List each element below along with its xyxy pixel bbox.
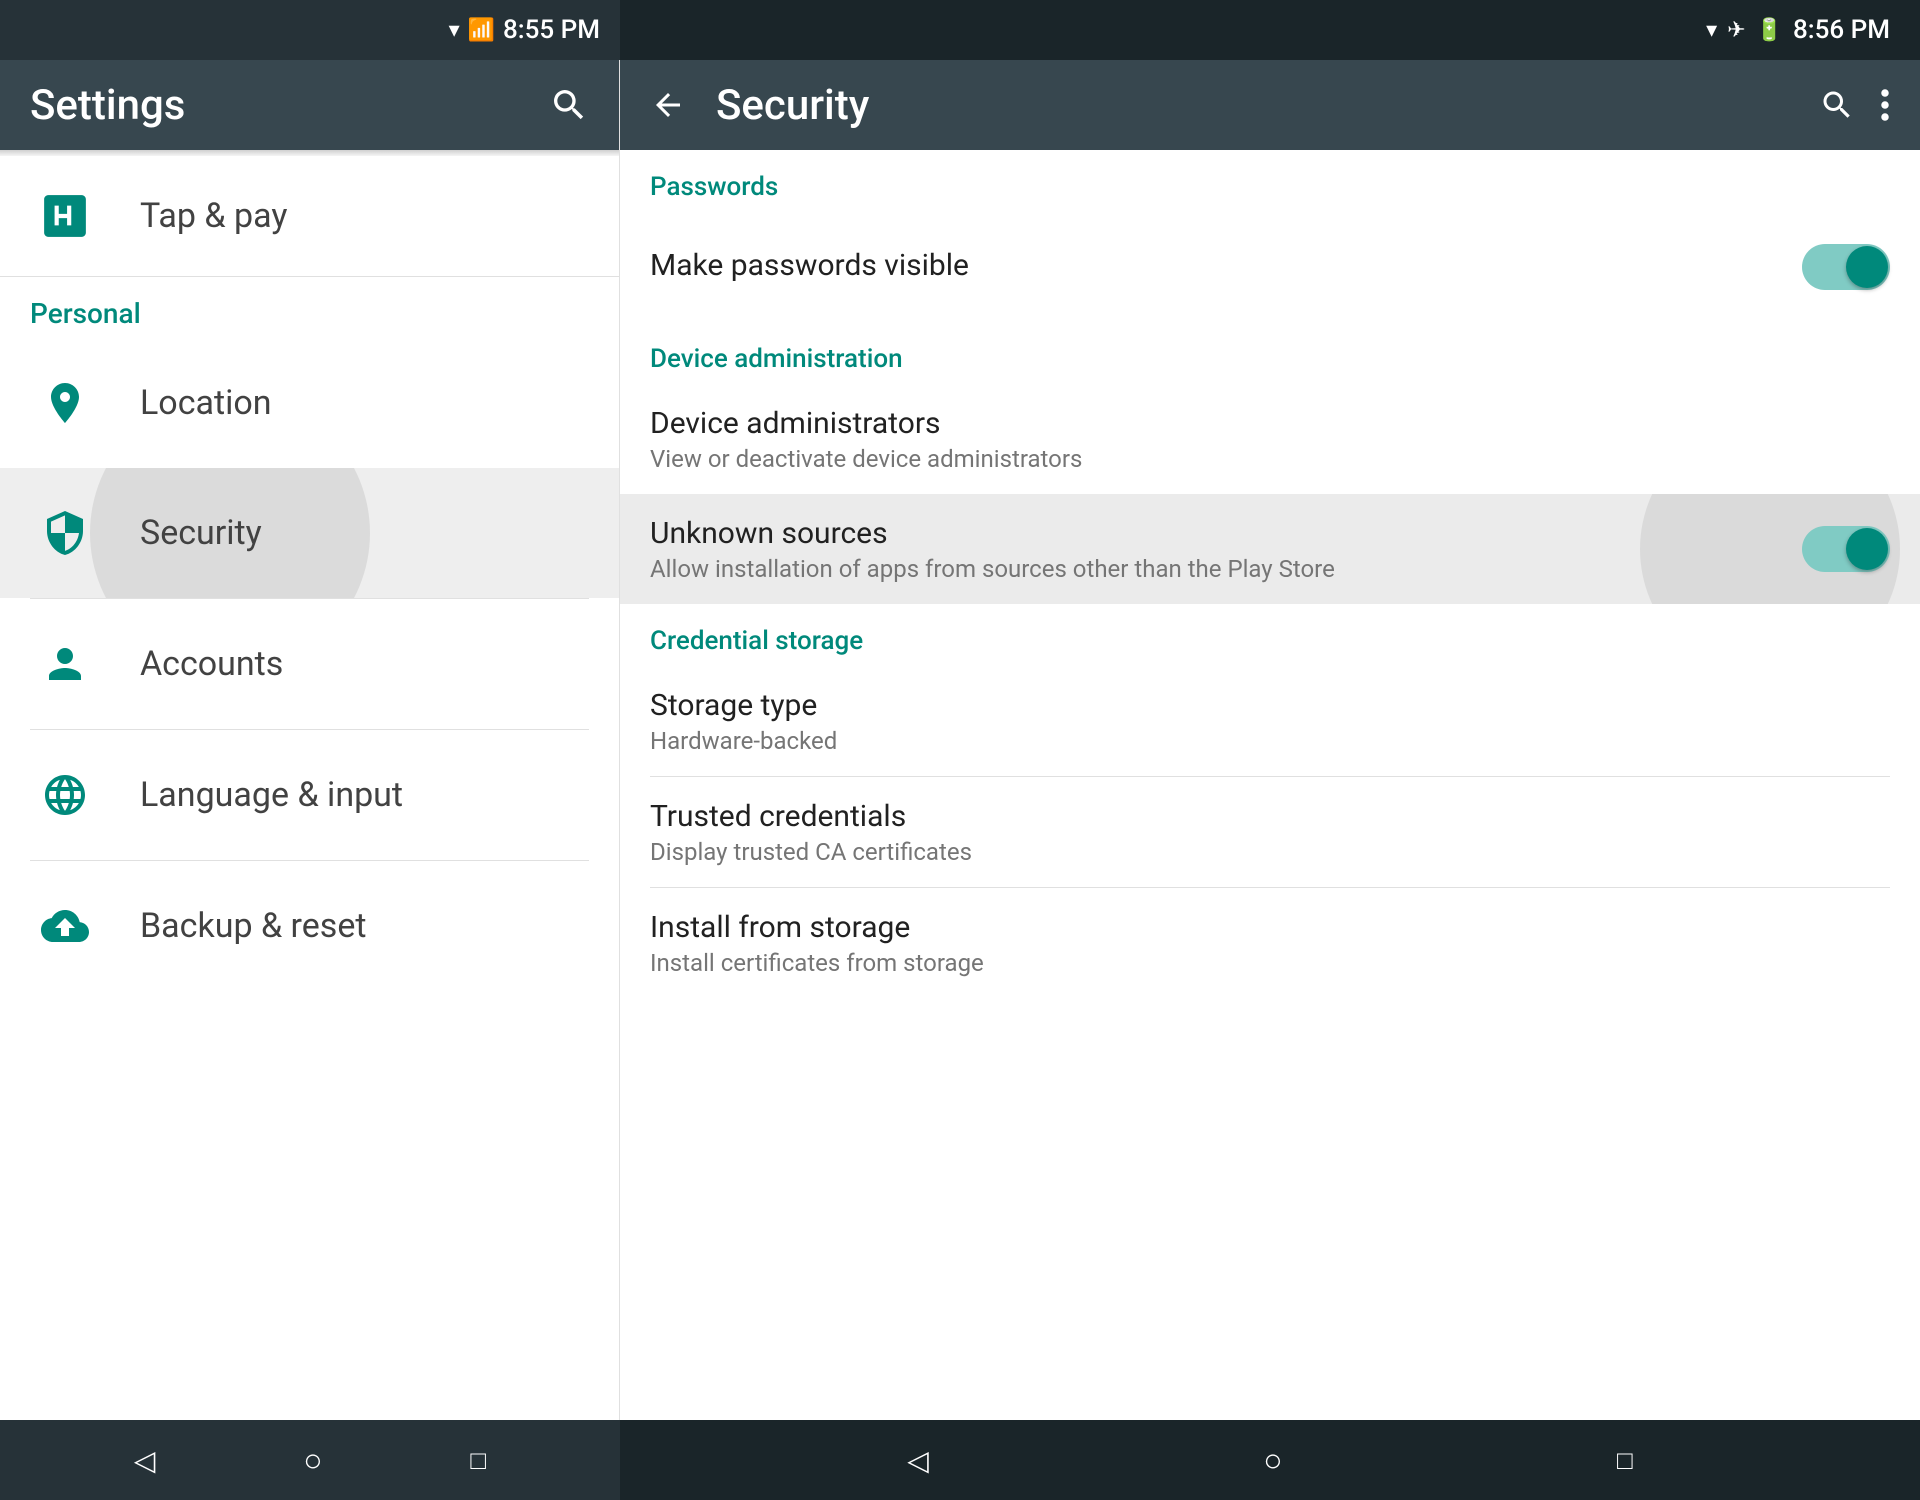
phone-icon: 📶 <box>468 18 495 43</box>
accounts-label: Accounts <box>140 644 283 684</box>
status-bar-left: ▾ 📶 8:55 PM <box>0 0 620 60</box>
right-back-nav[interactable]: ◁ <box>907 1444 929 1477</box>
left-back-nav[interactable]: ◁ <box>134 1444 156 1477</box>
device-administrators-item[interactable]: Device administrators View or deactivate… <box>620 384 1920 494</box>
make-passwords-toggle[interactable] <box>1802 244 1890 290</box>
status-bar: ▾ 📶 8:55 PM ▾ ✈ 🔋 8:56 PM <box>0 0 1920 60</box>
unknown-sources-title: Unknown sources <box>650 516 1782 551</box>
security-icon <box>30 498 100 568</box>
wifi-icon: ▾ <box>1706 18 1717 43</box>
tap-pay-icon <box>30 181 100 251</box>
sidebar-item-language[interactable]: Language & input <box>0 730 619 860</box>
passwords-toggle-knob <box>1846 246 1888 288</box>
security-header: Security <box>620 60 1920 150</box>
device-admin-subtitle: View or deactivate device administrators <box>650 445 1890 473</box>
sidebar-item-security[interactable]: Security <box>0 468 619 598</box>
security-content: Passwords Make passwords visible Device … <box>620 150 1920 1420</box>
device-admin-text: Device administrators View or deactivate… <box>650 406 1890 473</box>
signal-icon: ▾ <box>449 18 460 43</box>
tap-pay-label: Tap & pay <box>140 196 287 236</box>
left-recent-nav[interactable]: □ <box>470 1445 486 1476</box>
sidebar-item-backup[interactable]: Backup & reset <box>0 861 619 991</box>
sidebar-item-accounts[interactable]: Accounts <box>0 599 619 729</box>
personal-section-label: Personal <box>0 277 619 338</box>
unknown-sources-toggle-switch[interactable] <box>1802 526 1890 572</box>
security-search-icon[interactable] <box>1819 87 1855 123</box>
trusted-credentials-title: Trusted credentials <box>650 799 1890 834</box>
header-actions <box>1819 87 1890 123</box>
right-nav-bar: ◁ ○ □ <box>620 1420 1920 1500</box>
right-home-nav[interactable]: ○ <box>1263 1441 1282 1479</box>
install-from-storage-item[interactable]: Install from storage Install certificate… <box>620 888 1920 998</box>
unknown-sources-subtitle: Allow installation of apps from sources … <box>650 555 1782 583</box>
unknown-sources-toggle[interactable] <box>1802 526 1890 572</box>
security-label: Security <box>140 513 262 553</box>
left-panel: Settings Tap & pay Per <box>0 60 620 1420</box>
sidebar-item-location[interactable]: Location <box>0 338 619 468</box>
make-passwords-title: Make passwords visible <box>650 248 1782 283</box>
unknown-sources-item[interactable]: Unknown sources Allow installation of ap… <box>620 494 1920 604</box>
install-storage-title: Install from storage <box>650 910 1890 945</box>
left-nav-bar: ◁ ○ □ <box>0 1420 620 1500</box>
language-label: Language & input <box>140 775 403 815</box>
storage-type-title: Storage type <box>650 688 1890 723</box>
install-storage-text: Install from storage Install certificate… <box>650 910 1890 977</box>
accounts-icon <box>30 629 100 699</box>
more-options-icon[interactable] <box>1880 87 1890 123</box>
backup-icon <box>30 891 100 961</box>
language-icon <box>30 760 100 830</box>
airplane-icon: ✈ <box>1727 18 1745 43</box>
left-status-time: 8:55 PM <box>503 15 600 45</box>
storage-type-item[interactable]: Storage type Hardware-backed <box>620 666 1920 776</box>
passwords-section-label: Passwords <box>620 150 1920 212</box>
battery-icon: 🔋 <box>1756 18 1783 43</box>
settings-title: Settings <box>30 81 185 130</box>
unknown-sources-toggle-knob <box>1846 528 1888 570</box>
backup-label: Backup & reset <box>140 906 367 946</box>
location-label: Location <box>140 383 272 423</box>
make-passwords-text: Make passwords visible <box>650 248 1782 287</box>
security-panel-title: Security <box>716 81 1789 130</box>
right-status-time: 8:56 PM <box>1793 15 1890 45</box>
unknown-sources-text: Unknown sources Allow installation of ap… <box>650 516 1782 583</box>
trusted-credentials-text: Trusted credentials Display trusted CA c… <box>650 799 1890 866</box>
device-admin-title: Device administrators <box>650 406 1890 441</box>
right-panel: Security Passwords <box>620 60 1920 1420</box>
tap-pay-item[interactable]: Tap & pay <box>0 156 619 276</box>
make-passwords-visible-item[interactable]: Make passwords visible <box>620 212 1920 322</box>
left-header: Settings <box>0 60 619 150</box>
search-icon[interactable] <box>549 85 589 125</box>
trusted-credentials-item[interactable]: Trusted credentials Display trusted CA c… <box>620 777 1920 887</box>
settings-list: Tap & pay Personal Location <box>0 156 619 1420</box>
bottom-nav: ◁ ○ □ ◁ ○ □ <box>0 1420 1920 1500</box>
right-recent-nav[interactable]: □ <box>1617 1445 1633 1476</box>
location-icon <box>30 368 100 438</box>
status-bar-right: ▾ ✈ 🔋 8:56 PM <box>620 0 1920 60</box>
left-home-nav[interactable]: ○ <box>303 1441 322 1479</box>
install-storage-subtitle: Install certificates from storage <box>650 949 1890 977</box>
trusted-credentials-subtitle: Display trusted CA certificates <box>650 838 1890 866</box>
storage-type-text: Storage type Hardware-backed <box>650 688 1890 755</box>
device-admin-section-label: Device administration <box>620 322 1920 384</box>
passwords-toggle-switch[interactable] <box>1802 244 1890 290</box>
storage-type-subtitle: Hardware-backed <box>650 727 1890 755</box>
credential-storage-section-label: Credential storage <box>620 604 1920 666</box>
main-content: Settings Tap & pay Per <box>0 60 1920 1420</box>
back-button[interactable] <box>650 87 686 123</box>
